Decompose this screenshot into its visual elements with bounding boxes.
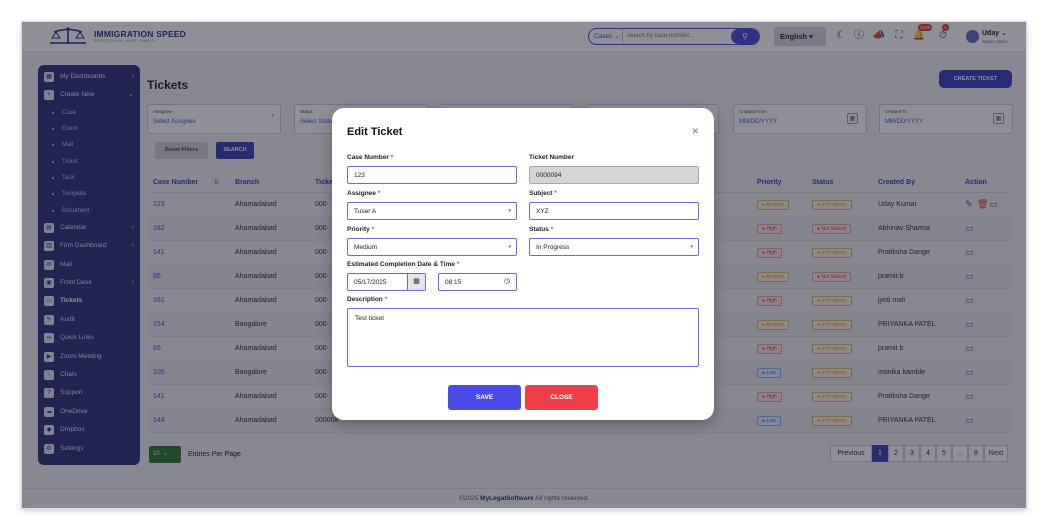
ticket-number-field: 0000094 — [529, 166, 699, 184]
subject-label: Subject * — [529, 190, 557, 197]
app-window: IMMIGRATION SPEED PROCESSING MADE SIMPLE… — [22, 22, 1026, 508]
modal-title: Edit Ticket — [347, 126, 403, 138]
close-icon[interactable]: ✕ — [691, 126, 699, 137]
assignee-label: Assignee * — [347, 190, 381, 197]
close-button[interactable]: CLOSE — [525, 385, 598, 410]
assignee-select[interactable]: Tuser A ▾ — [347, 202, 517, 220]
status-label: Status * — [529, 226, 554, 233]
description-textarea[interactable]: Test ticket — [347, 308, 699, 367]
priority-label: Priority * — [347, 226, 375, 233]
case-number-field[interactable]: 123 — [347, 166, 517, 184]
subject-field[interactable]: XYZ — [529, 202, 699, 220]
date-field[interactable]: 05/17/2025 ▦ — [347, 273, 426, 291]
time-field[interactable]: 08:15 ◷ — [438, 273, 517, 291]
clock-icon[interactable]: ◷ — [498, 274, 516, 290]
description-label: Description * — [347, 296, 388, 303]
save-button[interactable]: SAVE — [448, 385, 521, 410]
edit-ticket-modal: Edit Ticket ✕ Case Number * 123 Ticket N… — [332, 108, 714, 420]
ticket-number-label: Ticket Number — [529, 154, 575, 161]
status-select[interactable]: In Progress ▾ — [529, 238, 699, 256]
case-number-label: Case Number * — [347, 154, 394, 161]
chevron-down-icon: ▾ — [508, 244, 511, 250]
chevron-down-icon: ▾ — [690, 244, 693, 250]
chevron-down-icon: ▾ — [508, 208, 511, 214]
eta-label: Estimated Completion Date & Time * — [347, 261, 460, 268]
priority-select[interactable]: Medium ▾ — [347, 238, 517, 256]
calendar-icon[interactable]: ▦ — [407, 274, 425, 290]
